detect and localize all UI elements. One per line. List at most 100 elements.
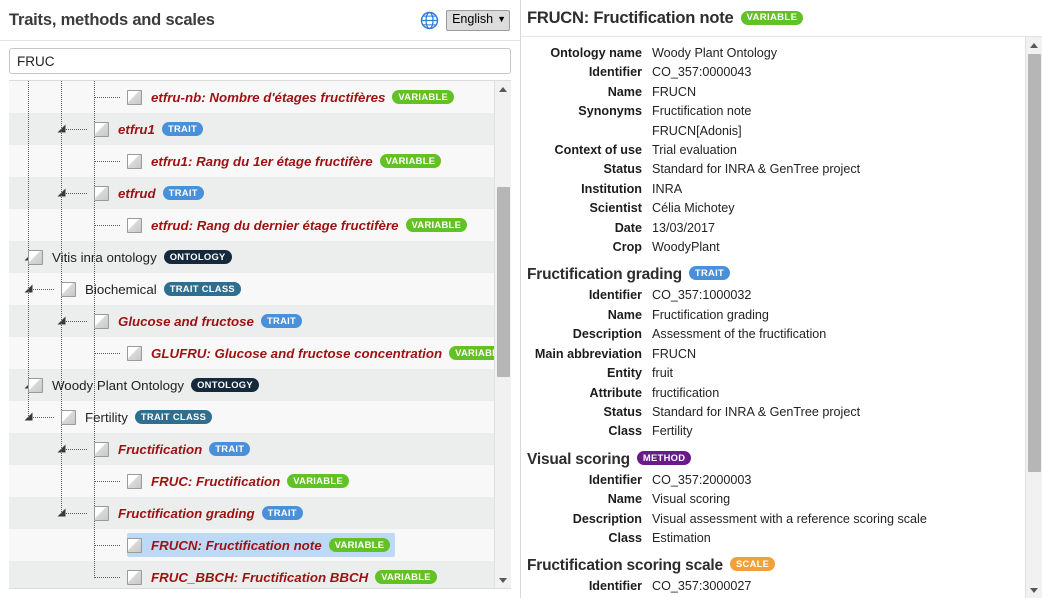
tree-node[interactable]: GLUFRU: Glucose and fructose concentrati…: [127, 341, 494, 365]
tree-node[interactable]: etfru1: Rang du 1er étage fructifère VARI…: [127, 149, 446, 173]
detail-scrollbar[interactable]: [1025, 37, 1042, 598]
tree-node[interactable]: Biochemical TRAIT CLASS: [61, 277, 246, 301]
globe-icon: [420, 11, 439, 30]
detail-field: Date 13/03/2017: [527, 219, 1020, 238]
tree-node-label: etfru-nb: Nombre d'étages fructifères: [151, 89, 386, 105]
tree-row[interactable]: Vitis inra ontology ONTOLOGY: [9, 241, 494, 273]
tree-node[interactable]: FRUCN: Fructification note VARIABLE: [127, 533, 396, 557]
detail-type-badge: VARIABLE: [740, 11, 804, 25]
detail-field-value: Fertility: [652, 424, 693, 439]
tree-node[interactable]: etfru1 TRAIT: [94, 117, 208, 141]
detail-field-label: Description: [572, 511, 642, 526]
tree-row[interactable]: etfrud: Rang du dernier étage fructifère…: [9, 209, 494, 241]
detail-field-value: Fructification grading: [652, 307, 769, 322]
tree-row[interactable]: Glucose and fructose TRAIT: [9, 305, 494, 337]
scroll-down-arrow-icon: [499, 577, 507, 583]
tree-node-checkbox[interactable]: [127, 345, 142, 361]
detail-field-label: Crop: [612, 240, 642, 255]
tree-node-checkbox[interactable]: [127, 153, 142, 169]
tree-scrollbar-thumb[interactable]: [497, 187, 510, 377]
tree-node-checkbox[interactable]: [94, 441, 109, 457]
detail-field-label: Date: [614, 220, 642, 235]
tree-node[interactable]: etfrud: Rang du dernier étage fructifère…: [127, 213, 472, 237]
tree-row[interactable]: Fertility TRAIT CLASS: [9, 401, 494, 433]
tree-row[interactable]: etfru-nb: Nombre d'étages fructifères VAR…: [9, 81, 494, 113]
scroll-up-arrow-icon: [1030, 42, 1038, 48]
detail-field: Identifier CO_357:2000003: [527, 471, 1020, 490]
detail-field-label: Entity: [607, 366, 642, 381]
tree-node[interactable]: etfru-nb: Nombre d'étages fructifères VAR…: [127, 85, 459, 109]
detail-field: Institution INRA: [527, 180, 1020, 199]
tree-row-selected[interactable]: FRUCN: Fructification note VARIABLE: [9, 529, 494, 561]
tree-node-type-badge: ONTOLOGY: [191, 378, 259, 392]
tree-scroll-down-button[interactable]: [495, 572, 511, 588]
detail-field-label: Context of use: [554, 143, 642, 158]
tree-viewport: etfru-nb: Nombre d'étages fructifères VAR…: [9, 80, 511, 589]
detail-section-title: Fructification grading TRAIT: [527, 266, 1020, 284]
tree-row[interactable]: GLUFRU: Glucose and fructose concentrati…: [9, 337, 494, 369]
tree-node-type-badge: TRAIT: [260, 314, 303, 328]
tree-node-checkbox[interactable]: [94, 121, 109, 137]
tree-node-checkbox[interactable]: [94, 505, 109, 521]
detail-field: Scientist Célia Michotey: [527, 199, 1020, 218]
tree-row[interactable]: FRUC: Fructification VARIABLE: [9, 465, 494, 497]
tree-node-type-badge: VARIABLE: [287, 474, 349, 488]
detail-field-label: Name: [607, 492, 642, 507]
tree-node-checkbox[interactable]: [127, 473, 142, 489]
tree-connector: [94, 481, 120, 482]
tree-node-checkbox[interactable]: [127, 217, 142, 233]
tree-node[interactable]: Fructification grading TRAIT: [94, 501, 308, 525]
tree-node[interactable]: Woody Plant Ontology ONTOLOGY: [28, 373, 264, 397]
tree-node[interactable]: Glucose and fructose TRAIT: [94, 309, 307, 333]
detail-field-label: Scientist: [589, 201, 643, 216]
detail-field: Identifier CO_357:0000043: [527, 63, 1020, 82]
tree-node[interactable]: FRUC: Fructification VARIABLE: [127, 469, 354, 493]
search-input[interactable]: [9, 48, 511, 74]
detail-field: Name Visual scoring: [527, 490, 1020, 509]
detail-field-label: Status: [603, 404, 643, 419]
tree-row[interactable]: Fructification grading TRAIT: [9, 497, 494, 529]
detail-field-value: Standard for INRA & GenTree project: [652, 404, 861, 419]
tree-node-checkbox[interactable]: [127, 569, 142, 585]
tree-node-label: Biochemical: [85, 281, 157, 297]
detail-field-value: CO_357:0000043: [652, 65, 752, 80]
tree-node-checkbox[interactable]: [28, 377, 43, 393]
detail-scroll-down-button[interactable]: [1026, 582, 1042, 598]
tree-node-checkbox[interactable]: [61, 281, 76, 297]
tree-scrollbar[interactable]: [494, 81, 511, 588]
detail-scroll-up-button[interactable]: [1026, 37, 1042, 53]
tree-row[interactable]: Fructification TRAIT: [9, 433, 494, 465]
tree-scroll-up-button[interactable]: [495, 81, 511, 97]
tree-row[interactable]: Biochemical TRAIT CLASS: [9, 273, 494, 305]
detail-field-label: Identifier: [588, 65, 642, 80]
tree-node-checkbox[interactable]: [61, 409, 76, 425]
detail-field-value: Fructification note FRUCN[Adonis]: [652, 104, 752, 138]
detail-field-value: CO_357:1000032: [652, 288, 752, 303]
tree-node[interactable]: Vitis inra ontology ONTOLOGY: [28, 245, 237, 269]
detail-field-value: WoodyPlant: [652, 240, 720, 255]
language-select[interactable]: English ▼: [446, 9, 510, 31]
tree-node-checkbox[interactable]: [94, 313, 109, 329]
tree-row[interactable]: FRUC_BBCH: Fructification BBCH VARIABLE: [9, 561, 494, 588]
tree-node[interactable]: etfrud TRAIT: [94, 181, 209, 205]
tree-node[interactable]: Fertility TRAIT CLASS: [61, 405, 217, 429]
detail-field: Ontology name Woody Plant Ontology: [527, 44, 1020, 63]
tree-node-checkbox[interactable]: [127, 537, 142, 553]
tree-row[interactable]: Woody Plant Ontology ONTOLOGY: [9, 369, 494, 401]
tree-row[interactable]: etfrud TRAIT: [9, 177, 494, 209]
tree-node-checkbox[interactable]: [94, 185, 109, 201]
panel-header: Traits, methods and scales English ▼: [0, 0, 520, 41]
detail-field-value: FRUCN: [652, 84, 697, 99]
tree-node-checkbox[interactable]: [28, 249, 43, 265]
detail-scrollbar-thumb[interactable]: [1028, 54, 1041, 472]
detail-header: FRUCN: Fructification note VARIABLE: [521, 0, 1042, 37]
tree-node-label: Fructification grading: [118, 505, 255, 521]
tree-node-checkbox[interactable]: [127, 89, 142, 105]
detail-panel: FRUCN: Fructification note VARIABLE Onto…: [521, 0, 1042, 598]
detail-section-title-text: Fructification scoring scale: [527, 557, 723, 575]
tree-node[interactable]: Fructification TRAIT: [94, 437, 255, 461]
tree-row[interactable]: etfru1: Rang du 1er étage fructifère VARI…: [9, 145, 494, 177]
tree-row[interactable]: etfru1 TRAIT: [9, 113, 494, 145]
tree-node[interactable]: FRUC_BBCH: Fructification BBCH VARIABLE: [127, 565, 442, 588]
detail-field-value: CO_357:2000003: [652, 472, 752, 487]
